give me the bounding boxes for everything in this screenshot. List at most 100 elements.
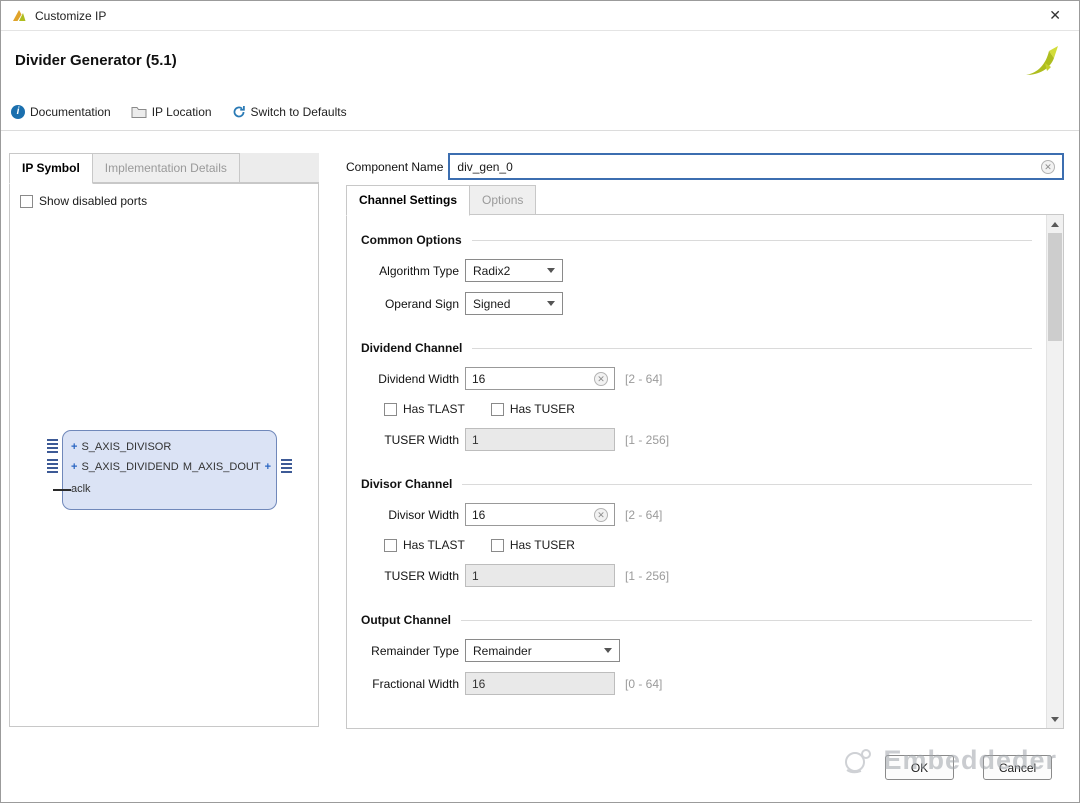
cancel-button[interactable]: Cancel	[983, 755, 1052, 780]
ip-symbol-panel: Show disabled ports + S_AXIS_DIVISOR + S…	[9, 183, 319, 727]
tab-ip-symbol[interactable]: IP Symbol	[9, 153, 93, 184]
operand-sign-label: Operand Sign	[361, 297, 459, 311]
scroll-down-button[interactable]	[1047, 711, 1063, 727]
has-tlast-label: Has TLAST	[403, 538, 465, 552]
clear-icon[interactable]: ✕	[1041, 160, 1055, 174]
dialog-header: Divider Generator (5.1)	[1, 31, 1079, 93]
triangle-down-icon	[1051, 717, 1059, 722]
section-divisor-channel: Divisor Channel	[361, 477, 1032, 491]
dividend-width-input[interactable]: 16 ✕	[465, 367, 615, 390]
switch-to-defaults-button[interactable]: Switch to Defaults	[232, 105, 347, 119]
ok-button[interactable]: OK	[885, 755, 954, 780]
component-name-label: Component Name	[346, 160, 443, 174]
section-title-label: Output Channel	[361, 613, 451, 627]
dividend-tuser-width-row: TUSER Width 1 [1 - 256]	[361, 428, 1032, 451]
tab-options[interactable]: Options	[470, 185, 536, 215]
clear-icon[interactable]: ✕	[594, 508, 608, 522]
divisor-width-row: Divisor Width 16 ✕ [2 - 64]	[361, 503, 1032, 526]
operand-sign-select[interactable]: Signed	[465, 292, 563, 315]
section-dividend-channel: Dividend Channel	[361, 341, 1032, 355]
has-tuser-label: Has TUSER	[510, 538, 575, 552]
right-tab-filler	[536, 185, 1064, 215]
divisor-has-tlast[interactable]: Has TLAST	[384, 538, 465, 552]
expand-plus-icon[interactable]: +	[71, 461, 77, 473]
ip-symbol-block: + S_AXIS_DIVISOR + S_AXIS_DIVIDEND M_AXI…	[62, 430, 277, 510]
title-bar: Customize IP ✕	[1, 1, 1079, 31]
window-title: Customize IP	[35, 9, 1041, 23]
info-icon: i	[11, 105, 25, 119]
fractional-width-value: 16	[472, 677, 485, 691]
dividend-tuser-width-input: 1	[465, 428, 615, 451]
expand-plus-icon[interactable]: +	[71, 441, 77, 453]
documentation-button[interactable]: i Documentation	[11, 105, 111, 119]
show-disabled-ports-checkbox[interactable]	[20, 195, 33, 208]
fractional-width-row: Fractional Width 16 [0 - 64]	[361, 672, 1032, 695]
chevron-down-icon	[547, 301, 555, 306]
component-name-input[interactable]: div_gen_0 ✕	[448, 153, 1064, 180]
dividend-has-tuser[interactable]: Has TUSER	[491, 402, 575, 416]
scrollbar[interactable]	[1046, 215, 1063, 728]
operand-sign-value: Signed	[473, 297, 510, 311]
documentation-label: Documentation	[30, 105, 111, 119]
tuser-width-label: TUSER Width	[361, 433, 459, 447]
left-tabstrip: IP Symbol Implementation Details	[9, 153, 319, 183]
scrollbar-thumb[interactable]	[1048, 233, 1062, 341]
clear-icon[interactable]: ✕	[594, 372, 608, 386]
remainder-type-select[interactable]: Remainder	[465, 639, 620, 662]
has-tuser-checkbox[interactable]	[491, 539, 504, 552]
port-s-axis-dividend[interactable]: + S_AXIS_DIVIDEND	[71, 461, 179, 473]
close-icon[interactable]: ✕	[1041, 5, 1069, 26]
chevron-down-icon	[547, 268, 555, 273]
clock-pin	[53, 489, 71, 491]
divisor-tuser-width-row: TUSER Width 1 [1 - 256]	[361, 564, 1032, 587]
dividend-width-value: 16	[472, 372, 485, 386]
dividend-width-label: Dividend Width	[361, 372, 459, 386]
tuser-width-label: TUSER Width	[361, 569, 459, 583]
fractional-width-label: Fractional Width	[361, 677, 459, 691]
algorithm-type-value: Radix2	[473, 264, 510, 278]
dividend-width-range: [2 - 64]	[625, 372, 662, 386]
has-tuser-checkbox[interactable]	[491, 403, 504, 416]
divisor-width-range: [2 - 64]	[625, 508, 662, 522]
right-panel-tabs: Channel Settings Options	[346, 185, 1064, 215]
algorithm-type-label: Algorithm Type	[361, 264, 459, 278]
section-rule	[462, 484, 1032, 485]
watermark-doodle-icon	[843, 746, 877, 776]
has-tlast-label: Has TLAST	[403, 402, 465, 416]
divisor-has-tuser[interactable]: Has TUSER	[491, 538, 575, 552]
port-s-axis-divisor[interactable]: + S_AXIS_DIVISOR	[71, 441, 171, 453]
remainder-type-row: Remainder Type Remainder	[361, 639, 1032, 662]
tab-channel-settings[interactable]: Channel Settings	[346, 185, 470, 216]
divisor-width-value: 16	[472, 508, 485, 522]
section-output-channel: Output Channel	[361, 613, 1032, 627]
port-aclk: aclk	[71, 483, 91, 495]
scroll-up-button[interactable]	[1047, 216, 1063, 232]
section-rule	[472, 348, 1032, 349]
expand-plus-icon[interactable]: +	[265, 461, 271, 473]
form-content: Common Options Algorithm Type Radix2 Ope…	[347, 215, 1046, 728]
section-title-label: Divisor Channel	[361, 477, 452, 491]
show-disabled-ports-label: Show disabled ports	[39, 194, 147, 208]
dividend-has-tlast[interactable]: Has TLAST	[384, 402, 465, 416]
operand-sign-row: Operand Sign Signed	[361, 292, 1032, 315]
has-tlast-checkbox[interactable]	[384, 403, 397, 416]
port-label: S_AXIS_DIVIDEND	[81, 461, 178, 473]
ip-location-button[interactable]: IP Location	[131, 105, 212, 119]
left-panel: IP Symbol Implementation Details Show di…	[9, 153, 319, 727]
section-title-label: Dividend Channel	[361, 341, 462, 355]
switch-to-defaults-label: Switch to Defaults	[251, 105, 347, 119]
algorithm-type-select[interactable]: Radix2	[465, 259, 563, 282]
folder-icon	[131, 105, 147, 118]
chevron-down-icon	[604, 648, 612, 653]
channel-settings-form: Common Options Algorithm Type Radix2 Ope…	[346, 214, 1064, 729]
bus-pin-icon	[281, 459, 292, 473]
app-logo-icon	[11, 8, 27, 24]
port-m-axis-dout[interactable]: M_AXIS_DOUT +	[183, 461, 271, 473]
has-tlast-checkbox[interactable]	[384, 539, 397, 552]
port-label: M_AXIS_DOUT	[183, 461, 261, 473]
section-rule	[472, 240, 1032, 241]
divisor-width-input[interactable]: 16 ✕	[465, 503, 615, 526]
divisor-tuser-width-input: 1	[465, 564, 615, 587]
tab-implementation-details[interactable]: Implementation Details	[93, 153, 240, 183]
component-name-row: Component Name div_gen_0 ✕	[346, 153, 1064, 180]
